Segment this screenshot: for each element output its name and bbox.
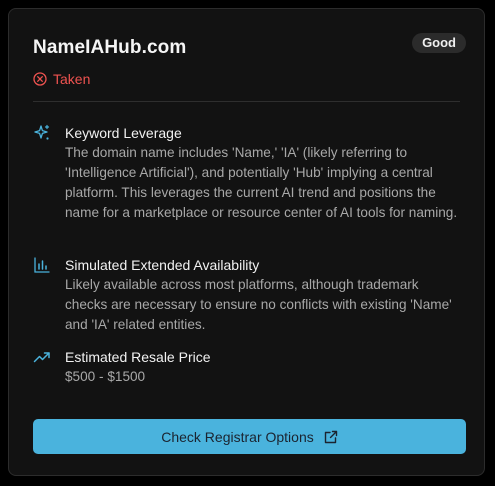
check-registrar-label: Check Registrar Options <box>161 428 314 445</box>
feature-availability: Simulated Extended Availability Likely a… <box>33 255 464 335</box>
bar-chart-icon <box>34 257 50 273</box>
divider <box>33 101 460 102</box>
external-link-icon <box>324 430 337 443</box>
feature-title: Simulated Extended Availability <box>65 257 260 273</box>
feature-description: Likely available across most platforms, … <box>65 277 452 332</box>
domain-card: NameIAHub.com Good Taken Keyword Leverag… <box>8 8 485 476</box>
rating-badge: Good <box>412 33 466 53</box>
feature-resale-price: Estimated Resale Price $500 - $1500 <box>33 347 464 387</box>
domain-name: NameIAHub.com <box>33 37 187 58</box>
trending-up-icon <box>33 352 50 363</box>
sparkles-icon <box>34 124 50 140</box>
feature-description: The domain name includes 'Name,' 'IA' (l… <box>65 145 458 220</box>
status-label: Taken <box>53 71 91 87</box>
feature-title: Keyword Leverage <box>65 125 182 141</box>
resale-price-value: $500 - $1500 <box>65 369 146 384</box>
availability-status: Taken <box>33 71 90 87</box>
x-circle-icon <box>33 72 47 86</box>
feature-keyword-leverage: Keyword Leverage The domain name include… <box>33 123 464 223</box>
feature-title: Estimated Resale Price <box>65 349 211 365</box>
check-registrar-button[interactable]: Check Registrar Options <box>33 419 466 454</box>
